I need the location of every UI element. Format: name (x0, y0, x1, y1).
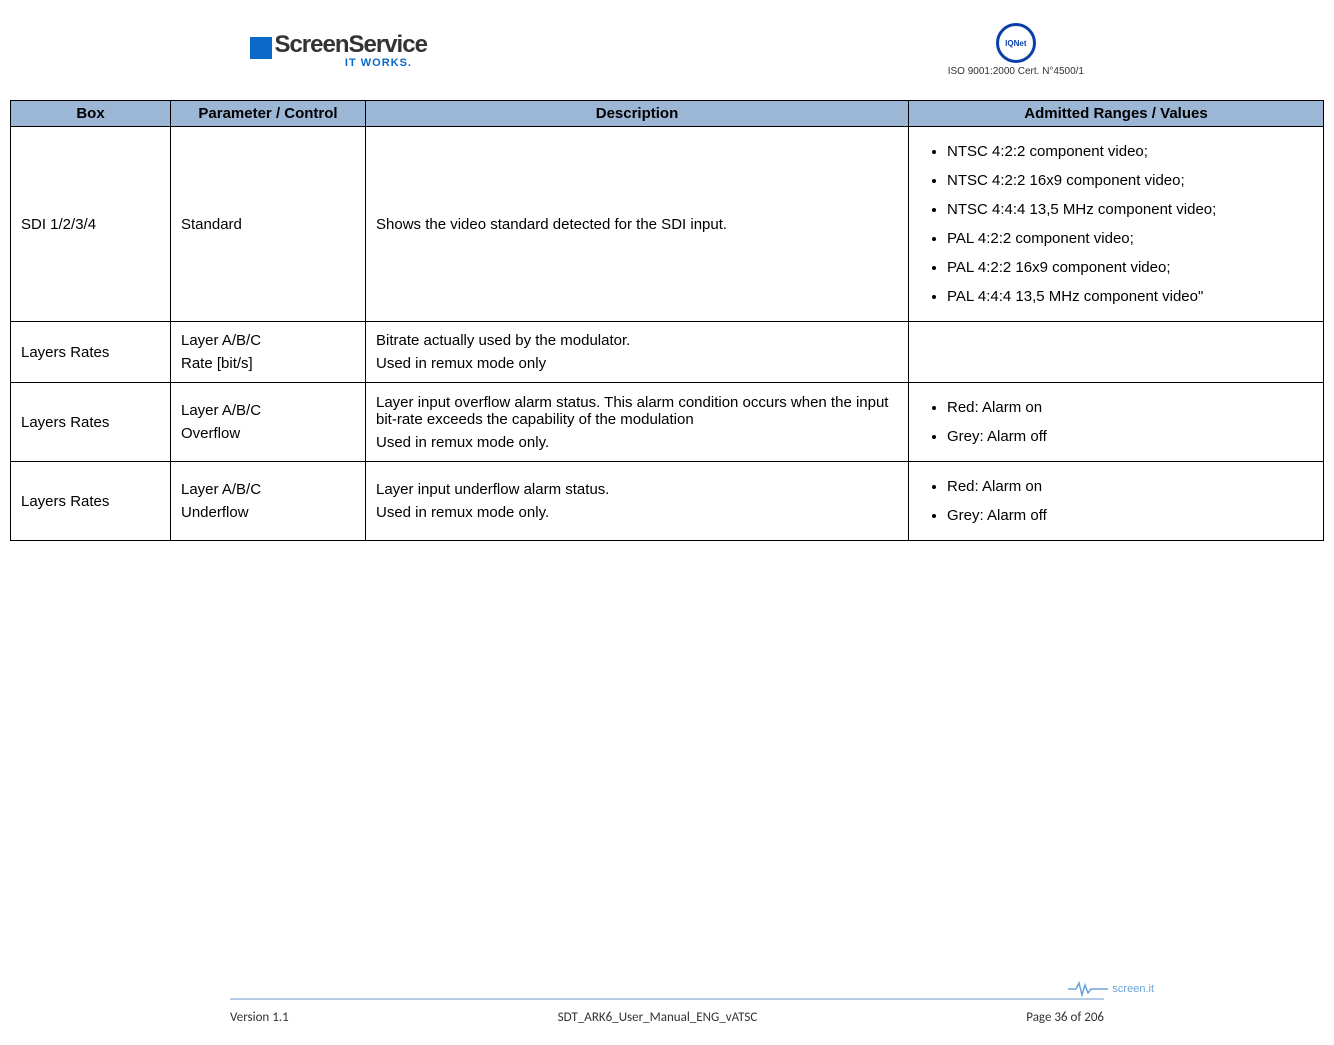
cell-parameter: Standard (171, 127, 366, 322)
iqnet-badge-icon: IQNet (996, 23, 1036, 63)
header-box: Box (11, 101, 171, 127)
cell-description: Shows the video standard detected for th… (366, 127, 909, 322)
param-line: Layer A/B/C (181, 481, 355, 498)
iso-cert-text: ISO 9001:2000 Cert. N°4500/1 (948, 66, 1084, 77)
company-logo: ScreenService IT WORKS. (250, 31, 427, 69)
header-values: Admitted Ranges / Values (909, 101, 1324, 127)
header-description: Description (366, 101, 909, 127)
cell-description: Layer input overflow alarm status. This … (366, 383, 909, 462)
page-footer: Version 1.1 SDT_ARK6_User_Manual_ENG_vAT… (0, 998, 1334, 1025)
footer-version: Version 1.1 (230, 1010, 289, 1025)
cell-values: Red: Alarm on Grey: Alarm off (909, 462, 1324, 541)
cell-box: SDI 1/2/3/4 (11, 127, 171, 322)
table-header-row: Box Parameter / Control Description Admi… (11, 101, 1324, 127)
param-line: Layer A/B/C (181, 402, 355, 419)
footer-page-number: Page 36 of 206 (1026, 1010, 1104, 1025)
desc-line: Layer input underflow alarm status. (376, 481, 898, 498)
param-line: Overflow (181, 425, 355, 442)
param-line: Layer A/B/C (181, 332, 355, 349)
footer-doc-title: SDT_ARK6_User_Manual_ENG_vATSC (558, 1010, 758, 1025)
desc-line: Used in remux mode only (376, 355, 898, 372)
logo-tagline: IT WORKS. (345, 57, 412, 69)
cell-values: Red: Alarm on Grey: Alarm off (909, 383, 1324, 462)
cell-description: Layer input underflow alarm status. Used… (366, 462, 909, 541)
value-item: PAL 4:4:4 13,5 MHz component video" (947, 282, 1313, 311)
desc-line: Layer input overflow alarm status. This … (376, 394, 898, 428)
logo-mark-icon (250, 37, 272, 59)
cell-parameter: Layer A/B/C Overflow (171, 383, 366, 462)
table-row: Layers Rates Layer A/B/C Overflow Layer … (11, 383, 1324, 462)
footer-divider (230, 998, 1104, 1000)
header-parameter: Parameter / Control (171, 101, 366, 127)
cell-description: Bitrate actually used by the modulator. … (366, 322, 909, 383)
cell-values: NTSC 4:2:2 component video; NTSC 4:2:2 1… (909, 127, 1324, 322)
cell-parameter: Layer A/B/C Underflow (171, 462, 366, 541)
cell-box: Layers Rates (11, 322, 171, 383)
waveform-icon (1068, 981, 1108, 997)
desc-line: Used in remux mode only. (376, 504, 898, 521)
table-row: Layers Rates Layer A/B/C Rate [bit/s] Bi… (11, 322, 1324, 383)
table-row: SDI 1/2/3/4 Standard Shows the video sta… (11, 127, 1324, 322)
footer-brand: screen.it (1068, 981, 1154, 997)
table-row: Layers Rates Layer A/B/C Underflow Layer… (11, 462, 1324, 541)
param-line: Underflow (181, 504, 355, 521)
value-item: Grey: Alarm off (947, 501, 1313, 530)
cell-box: Layers Rates (11, 383, 171, 462)
value-item: Red: Alarm on (947, 393, 1313, 422)
desc-line: Used in remux mode only. (376, 434, 898, 451)
value-item: PAL 4:2:2 16x9 component video; (947, 253, 1313, 282)
cell-parameter: Layer A/B/C Rate [bit/s] (171, 322, 366, 383)
page-header: ScreenService IT WORKS. IQNet ISO 9001:2… (10, 10, 1324, 100)
value-item: NTSC 4:2:2 component video; (947, 137, 1313, 166)
logo-text: ScreenService (274, 31, 426, 58)
parameters-table: Box Parameter / Control Description Admi… (10, 100, 1324, 541)
param-line: Rate [bit/s] (181, 355, 355, 372)
cell-values (909, 322, 1324, 383)
certification-badge: IQNet ISO 9001:2000 Cert. N°4500/1 (948, 23, 1084, 77)
value-item: Red: Alarm on (947, 472, 1313, 501)
desc-line: Bitrate actually used by the modulator. (376, 332, 898, 349)
value-item: NTSC 4:4:4 13,5 MHz component video; (947, 195, 1313, 224)
value-item: Grey: Alarm off (947, 422, 1313, 451)
value-item: PAL 4:2:2 component video; (947, 224, 1313, 253)
cell-box: Layers Rates (11, 462, 171, 541)
value-item: NTSC 4:2:2 16x9 component video; (947, 166, 1313, 195)
